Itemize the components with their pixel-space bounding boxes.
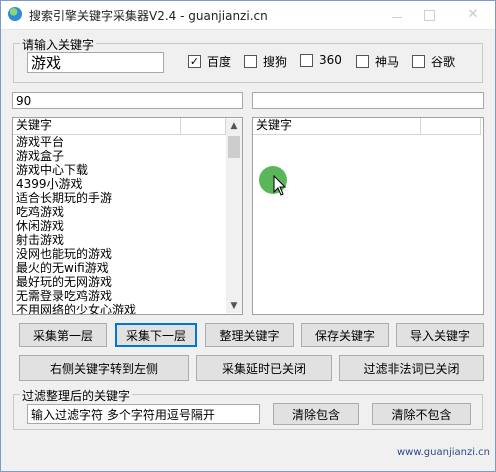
scroll-up-icon[interactable]: ▲ bbox=[226, 119, 242, 133]
engine-label: 搜狗 bbox=[263, 55, 288, 69]
collect-next-level-button[interactable]: 采集下一层 bbox=[115, 323, 197, 347]
list-item[interactable]: 不用网络的少女心游戏 bbox=[16, 303, 136, 314]
filter-illegal-words-toggle-button[interactable]: 过滤非法词已关闭 bbox=[339, 355, 484, 381]
list-item[interactable]: 射击游戏 bbox=[16, 233, 136, 247]
clear-include-button[interactable]: 清除包含 bbox=[273, 403, 359, 425]
engine-baidu-checkbox[interactable]: ✓ 百度 bbox=[188, 53, 231, 70]
mouse-cursor-icon bbox=[273, 175, 287, 196]
filter-input[interactable] bbox=[27, 404, 260, 424]
list-item[interactable]: 适合长期玩的手游 bbox=[16, 191, 136, 205]
list-item[interactable]: 游戏中心下载 bbox=[16, 163, 136, 177]
column-header-extra[interactable] bbox=[181, 118, 226, 134]
keyword-group-title: 请输入关键字 bbox=[20, 36, 97, 53]
maximize-button[interactable] bbox=[419, 5, 439, 25]
scrollbar-thumb[interactable] bbox=[228, 136, 240, 158]
right-list-header: 关键字 bbox=[253, 118, 481, 135]
checkbox-box bbox=[300, 53, 313, 67]
app-window: 搜索引擎关键字采集器V2.4 - guanjianzi.cn ✕ 请输入关键字 … bbox=[0, 0, 496, 472]
list-item[interactable]: 休闲游戏 bbox=[16, 219, 136, 233]
list-item[interactable]: 最好玩的无网游戏 bbox=[16, 275, 136, 289]
engine-360-checkbox[interactable]: 360 bbox=[300, 53, 342, 67]
engine-label: 谷歌 bbox=[431, 55, 456, 69]
move-right-to-left-button[interactable]: 右侧关键字转到左侧 bbox=[19, 355, 189, 381]
list-item[interactable]: 游戏盒子 bbox=[16, 149, 136, 163]
close-button[interactable]: ✕ bbox=[463, 5, 483, 25]
engine-label: 360 bbox=[319, 53, 342, 67]
collect-delay-toggle-button[interactable]: 采集延时已关闭 bbox=[196, 355, 332, 381]
list-item[interactable]: 吃鸡游戏 bbox=[16, 205, 136, 219]
checkbox-box bbox=[356, 55, 369, 68]
column-header-keyword[interactable]: 关键字 bbox=[253, 118, 421, 134]
engine-label: 神马 bbox=[375, 55, 400, 69]
column-header-keyword[interactable]: 关键字 bbox=[13, 118, 181, 134]
scroll-down-icon[interactable]: ▼ bbox=[226, 299, 242, 313]
clear-exclude-button[interactable]: 清除不包含 bbox=[372, 403, 471, 425]
filter-group-title: 过滤整理后的关键字 bbox=[20, 387, 133, 404]
column-header-extra[interactable] bbox=[421, 118, 481, 134]
footer-url: www.guanjianzi.cn bbox=[397, 447, 491, 458]
engine-google-checkbox[interactable]: 谷歌 bbox=[412, 53, 455, 70]
import-keywords-button[interactable]: 导入关键字 bbox=[396, 323, 484, 347]
list-item[interactable]: 最火的无wifi游戏 bbox=[16, 261, 136, 275]
left-list-header: 关键字 bbox=[13, 118, 226, 135]
maximize-icon bbox=[423, 10, 435, 21]
right-count-field[interactable] bbox=[252, 92, 484, 109]
checkbox-box bbox=[244, 55, 257, 68]
keyword-input[interactable] bbox=[27, 52, 164, 73]
list-item[interactable]: 游戏平台 bbox=[16, 135, 136, 149]
organize-keywords-button[interactable]: 整理关键字 bbox=[205, 323, 294, 347]
checkbox-box bbox=[412, 55, 425, 68]
globe-icon bbox=[8, 7, 22, 21]
left-keyword-list[interactable]: 关键字 游戏平台 游戏盒子 游戏中心下载 4399小游戏 适合长期玩的手游 吃鸡… bbox=[12, 117, 243, 315]
engine-sogou-checkbox[interactable]: 搜狗 bbox=[244, 53, 287, 70]
minimize-button[interactable] bbox=[387, 5, 407, 25]
window-title: 搜索引擎关键字采集器V2.4 - guanjianzi.cn bbox=[29, 9, 268, 23]
title-bar[interactable]: 搜索引擎关键字采集器V2.4 - guanjianzi.cn ✕ bbox=[1, 1, 495, 30]
list-item[interactable]: 4399小游戏 bbox=[16, 177, 136, 191]
left-count-field[interactable] bbox=[12, 92, 243, 109]
list-item[interactable]: 没网也能玩的游戏 bbox=[16, 247, 136, 261]
minimize-icon bbox=[392, 17, 402, 18]
engine-shenma-checkbox[interactable]: 神马 bbox=[356, 53, 399, 70]
left-list-rows: 游戏平台 游戏盒子 游戏中心下载 4399小游戏 适合长期玩的手游 吃鸡游戏 休… bbox=[16, 135, 136, 314]
close-icon: ✕ bbox=[467, 7, 479, 22]
save-keywords-button[interactable]: 保存关键字 bbox=[301, 323, 389, 347]
engine-label: 百度 bbox=[207, 55, 232, 69]
checkmark-icon: ✓ bbox=[188, 55, 201, 68]
collect-first-level-button[interactable]: 采集第一层 bbox=[19, 323, 107, 347]
list-item[interactable]: 无需登录吃鸡游戏 bbox=[16, 289, 136, 303]
left-list-scrollbar[interactable]: ▲ ▼ bbox=[226, 119, 242, 313]
right-keyword-list[interactable]: 关键字 bbox=[252, 117, 484, 315]
